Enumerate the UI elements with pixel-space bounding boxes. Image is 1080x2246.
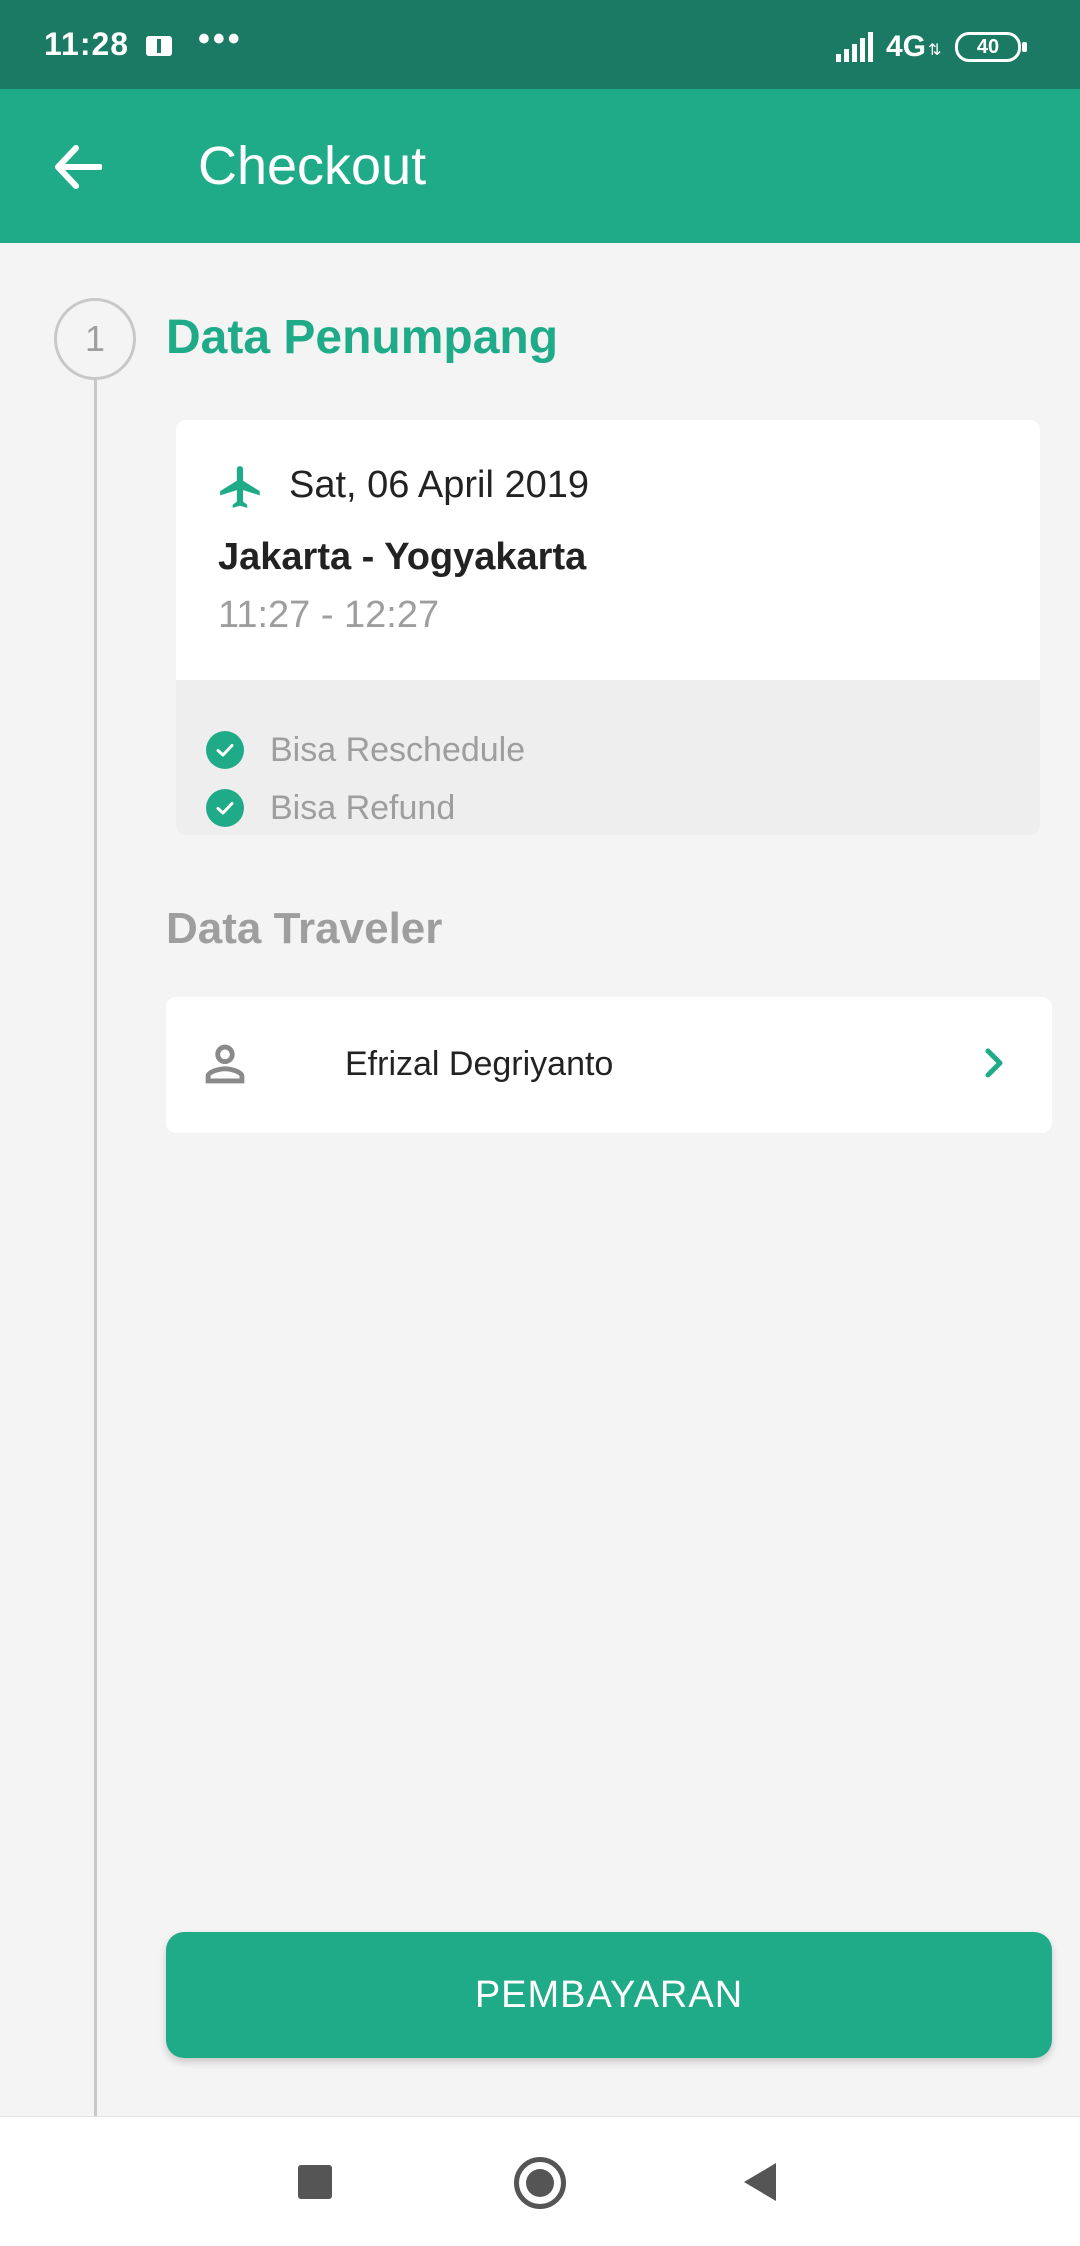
app-toolbar: Checkout [0, 89, 1080, 243]
stepper-line [94, 378, 97, 2116]
status-bar: 11:28 ••• 4G ⇅ 40 [0, 0, 1080, 89]
page-title: Checkout [198, 136, 427, 196]
step-title: Data Penumpang [166, 311, 559, 364]
home-icon[interactable] [514, 2157, 566, 2209]
arrow-left-icon [55, 145, 102, 189]
more-notifications-indicator: ••• [198, 20, 243, 58]
system-navigation-bar [0, 2116, 1080, 2246]
airplane-icon [220, 466, 260, 508]
chevron-right-icon [985, 1048, 1003, 1078]
flight-summary-card: Sat, 06 April 2019 Jakarta - Yogyakarta … [176, 420, 1040, 835]
flight-time: 11:27 - 12:27 [218, 594, 440, 636]
check-circle-icon [206, 731, 244, 769]
status-time: 11:28 [44, 26, 130, 62]
back-button[interactable] [40, 129, 116, 205]
signal-icon [836, 32, 873, 62]
battery-icon: 40 [955, 32, 1027, 62]
feature-reschedule: Bisa Reschedule [206, 730, 525, 770]
person-outline-icon [205, 1044, 245, 1084]
check-circle-icon [206, 789, 244, 827]
recent-apps-icon[interactable] [298, 2165, 332, 2199]
data-activity-icon: ⇅ [928, 42, 942, 59]
flight-features: Bisa Reschedule Bisa Refund [176, 680, 1040, 835]
network-type: 4G [886, 30, 927, 63]
feature-refund: Bisa Refund [206, 788, 455, 828]
step-number: 1 [54, 298, 136, 380]
payment-button[interactable]: PEMBAYARAN [166, 1932, 1052, 2058]
flight-route: Jakarta - Yogyakarta [218, 536, 587, 578]
back-triangle-icon[interactable] [742, 2161, 778, 2203]
traveler-item[interactable]: Efrizal Degriyanto [166, 997, 1052, 1133]
notification-icon [146, 36, 172, 56]
checkout-screen: 11:28 ••• 4G ⇅ 40 Checkout 1 Data Penump… [0, 0, 1080, 2246]
traveler-name: Efrizal Degriyanto [345, 1045, 614, 1083]
feature-label: Bisa Refund [270, 788, 456, 827]
feature-label: Bisa Reschedule [270, 730, 526, 769]
traveler-heading: Data Traveler [166, 904, 443, 953]
flight-date: Sat, 06 April 2019 [289, 464, 589, 506]
